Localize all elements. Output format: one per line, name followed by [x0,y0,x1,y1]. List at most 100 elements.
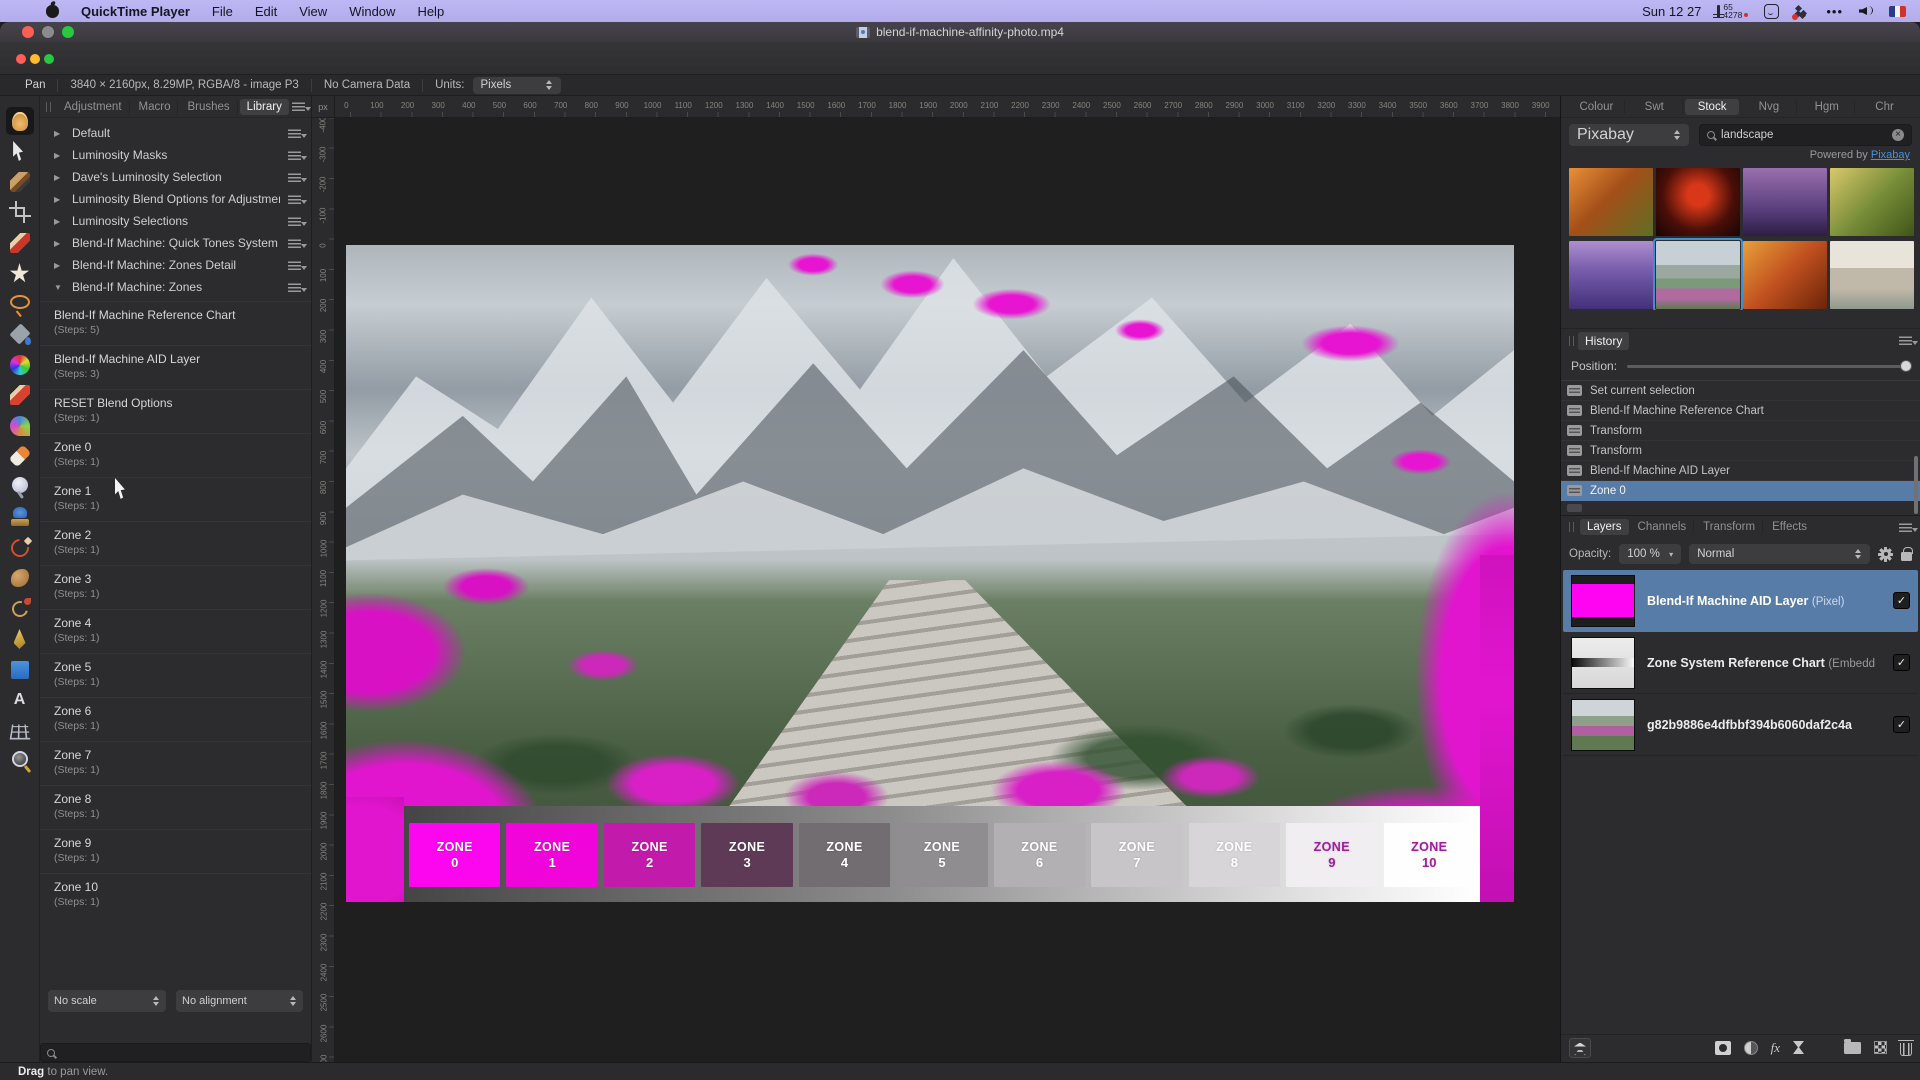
pen-tool[interactable] [6,625,34,653]
keyboard-layout-flag-icon[interactable] [1889,6,1906,17]
group-menu-icon[interactable] [288,283,301,292]
disclosure-triangle-icon[interactable]: ▶ [54,195,64,204]
library-macro-row[interactable]: Zone 4 (Steps: 1) [40,609,311,653]
menu-item[interactable]: Help [417,4,444,19]
close-window-button[interactable] [22,26,34,38]
history-row[interactable]: Set current selection [1561,381,1920,401]
library-group-row[interactable]: ▶ Default [40,122,311,144]
stats-widget[interactable]: 65 4278 [1717,3,1748,19]
panel-menu-icon[interactable] [292,102,305,111]
library-macro-row[interactable]: Blend-If Machine AID Layer (Steps: 3) [40,345,311,389]
disclosure-triangle-icon[interactable]: ▶ [54,217,64,226]
right-panel-tab[interactable]: Colour [1569,99,1625,115]
stock-thumb-autumn-forest[interactable] [1569,168,1653,236]
menu-item[interactable]: Window [349,4,395,19]
group-layers-icon[interactable] [1844,1042,1861,1054]
group-menu-icon[interactable] [288,217,301,226]
library-group-row[interactable]: ▶ Blend-If Machine: Zones Detail [40,254,311,276]
flood-fill-tool[interactable] [6,320,34,348]
group-menu-icon[interactable] [288,151,301,160]
mask-layer-icon[interactable] [1715,1041,1731,1055]
more-menu-icon[interactable]: ••• [1826,4,1843,19]
stock-thumb-mountain-path[interactable] [1656,241,1740,309]
slider-knob[interactable] [1900,360,1912,372]
adjustment-layer-icon[interactable] [1744,1041,1758,1055]
library-macro-row[interactable]: Zone 8 (Steps: 1) [40,785,311,829]
library-macro-row[interactable]: Zone 9 (Steps: 1) [40,829,311,873]
move-tool[interactable] [6,137,34,165]
library-search-input[interactable] [40,1043,311,1062]
stock-thumb-green-forest[interactable] [1830,168,1914,236]
library-macro-row[interactable]: Zone 6 (Steps: 1) [40,697,311,741]
library-macro-row[interactable]: Zone 5 (Steps: 1) [40,653,311,697]
colour-replacement-brush-tool[interactable] [6,412,34,440]
menu-item[interactable]: View [299,4,327,19]
disclosure-triangle-icon[interactable]: ▶ [54,129,64,138]
opacity-dropdown[interactable]: 100 % ▾ [1619,544,1681,564]
dropbox-icon[interactable] [1795,5,1810,18]
menubar-clock[interactable]: Sun 12 27 [1642,4,1701,19]
layer-visibility-checkbox[interactable]: ✓ [1893,716,1910,733]
delete-layer-icon[interactable] [1900,1043,1912,1056]
zoom-window-button[interactable] [62,26,74,38]
layers-panel-tab[interactable]: Layers [1580,519,1629,535]
library-group-row[interactable]: ▶ Luminosity Selections [40,210,311,232]
selection-brush-tool[interactable] [6,229,34,257]
volume-icon[interactable] [1859,5,1873,17]
library-macro-row[interactable]: Zone 7 (Steps: 1) [40,741,311,785]
history-row[interactable]: Blend-If Machine Reference Chart [1561,401,1920,421]
library-group-row[interactable]: ▼ Blend-If Machine: Zones [40,276,311,298]
stock-provider-dropdown[interactable]: Pixabay [1569,124,1689,146]
library-macro-row[interactable]: Blend-If Machine Reference Chart (Steps:… [40,301,311,345]
lock-icon[interactable] [1901,552,1912,561]
smudge-brush-tool[interactable] [6,564,34,592]
clear-search-icon[interactable]: × [1892,129,1904,141]
panel-grip-icon[interactable] [1569,336,1574,346]
history-scrollbar[interactable] [1914,456,1918,514]
library-group-row[interactable]: ▶ Blend-If Machine: Quick Tones System [40,232,311,254]
flood-select-tool[interactable] [6,259,34,287]
disclosure-triangle-icon[interactable]: ▶ [54,239,64,248]
group-menu-icon[interactable] [288,261,301,270]
stock-thumb-lavender-path[interactable] [1569,241,1653,309]
left-panel-tab[interactable]: Adjustment [57,99,130,115]
panel-menu-icon[interactable] [1899,336,1912,345]
right-panel-tab[interactable]: Nvg [1741,99,1797,115]
menu-item[interactable]: Edit [255,4,277,19]
stock-thumb-autumn-trees[interactable] [1743,241,1827,309]
layers-panel-tab[interactable]: Transform [1696,519,1763,535]
canvas-area[interactable]: ZONE 0 ZONE 1 ZONE 2 ZONE [335,118,1560,1062]
right-panel-tab[interactable]: Hgm [1799,99,1855,115]
disclosure-triangle-icon[interactable]: ▶ [54,173,64,182]
scale-dropdown[interactable]: No scale [48,990,166,1012]
library-macro-row[interactable]: Zone 1 (Steps: 1) [40,477,311,521]
layer-row[interactable]: Blend-If Machine AID Layer (Pixel) ✓ [1563,570,1918,632]
history-row[interactable]: Transform [1561,441,1920,461]
library-group-row[interactable]: ▶ Luminosity Blend Options for Adjustmen… [40,188,311,210]
pixabay-link[interactable]: Pixabay [1871,149,1910,161]
view-tool[interactable] [6,107,34,135]
burn-brush-tool[interactable] [6,595,34,623]
menu-item[interactable]: File [212,4,233,19]
left-panel-tab[interactable]: Brushes [180,99,237,115]
dodge-brush-tool[interactable] [6,473,34,501]
alignment-dropdown[interactable]: No alignment [176,990,303,1012]
history-row[interactable]: Transform [1561,421,1920,441]
layers-panel-tab[interactable]: Channels [1631,519,1695,535]
stock-thumb-red-tree[interactable] [1656,168,1740,236]
layer-visibility-checkbox[interactable]: ✓ [1893,654,1910,671]
rectangle-tool[interactable] [6,656,34,684]
stock-search-input[interactable]: landscape × [1699,124,1912,146]
stock-thumb-misty-lake[interactable] [1830,241,1914,309]
layer-effects-icon[interactable]: fx [1771,1040,1780,1056]
group-menu-icon[interactable] [288,195,301,204]
clone-brush-tool[interactable] [6,503,34,531]
library-macro-row[interactable]: Zone 2 (Steps: 1) [40,521,311,565]
history-tab[interactable]: History [1578,332,1629,350]
zoom-tool[interactable] [6,747,34,775]
mesh-warp-tool[interactable] [6,717,34,745]
panel-grip-icon[interactable] [46,102,51,112]
layer-stack-icon[interactable] [1569,1038,1591,1058]
layer-row[interactable]: g82b9886e4dfbbf394b6060daf2c4a ✓ [1563,694,1918,756]
new-pixel-layer-icon[interactable] [1874,1041,1887,1054]
